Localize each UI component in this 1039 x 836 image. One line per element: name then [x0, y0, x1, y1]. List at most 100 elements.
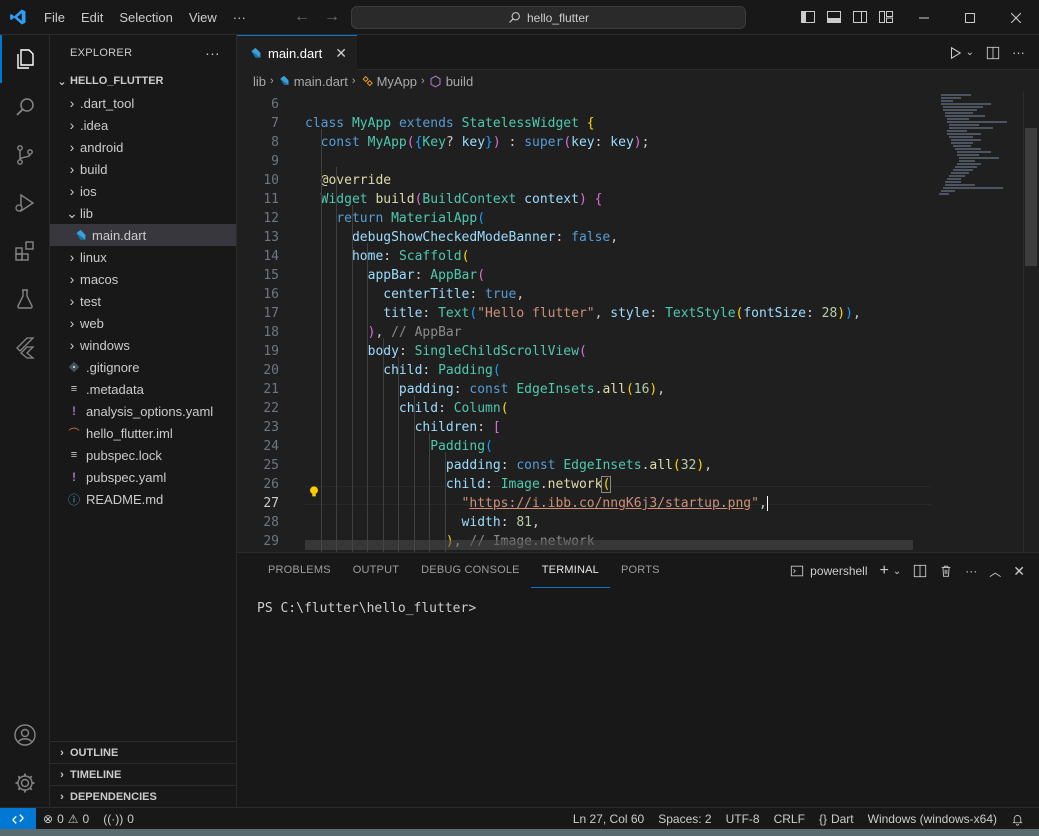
- scrollbar-thumb[interactable]: [1025, 128, 1037, 266]
- extensions-icon[interactable]: [0, 227, 50, 275]
- breadcrumb-class[interactable]: MyApp: [377, 74, 417, 89]
- tree-item[interactable]: › .idea: [50, 114, 236, 136]
- back-arrow-icon[interactable]: ←: [294, 8, 310, 26]
- section-dependencies[interactable]: › DEPENDENCIES: [50, 785, 236, 807]
- tree-item[interactable]: › test: [50, 290, 236, 312]
- breadcrumb-file[interactable]: main.dart: [294, 74, 348, 89]
- code-line[interactable]: children: [: [305, 418, 501, 437]
- tab-output[interactable]: OUTPUT: [342, 553, 410, 588]
- code-line[interactable]: body: SingleChildScrollView(: [305, 342, 587, 361]
- code-line[interactable]: padding: const EdgeInsets.all(16),: [305, 380, 665, 399]
- close-icon[interactable]: ✕: [1013, 563, 1025, 580]
- customize-layout-icon[interactable]: [878, 9, 894, 25]
- code-line[interactable]: child: Padding(: [305, 361, 500, 380]
- tree-item[interactable]: › windows: [50, 334, 236, 356]
- tree-item[interactable]: ⌒ hello_flutter.iml: [50, 422, 236, 444]
- notifications-bell-icon[interactable]: [1004, 813, 1031, 826]
- menu-more[interactable]: ···: [225, 0, 254, 35]
- terminal-shell-name[interactable]: powershell: [810, 564, 867, 578]
- code-line[interactable]: return MaterialApp(: [305, 209, 485, 228]
- cursor-position[interactable]: Ln 27, Col 60: [566, 812, 651, 826]
- tree-item[interactable]: ! pubspec.yaml: [50, 466, 236, 488]
- more-actions-icon[interactable]: ···: [965, 564, 977, 578]
- indentation[interactable]: Spaces: 2: [651, 812, 718, 826]
- tab-terminal[interactable]: TERMINAL: [530, 553, 610, 588]
- menu-view[interactable]: View: [181, 0, 225, 35]
- tree-item[interactable]: › linux: [50, 246, 236, 268]
- breadcrumb-method[interactable]: build: [446, 74, 473, 89]
- section-outline[interactable]: › OUTLINE: [50, 741, 236, 763]
- code-line[interactable]: title: Text("Hello flutter", style: Text…: [305, 304, 861, 323]
- search-icon[interactable]: [0, 83, 50, 131]
- lightbulb-icon[interactable]: [307, 485, 321, 499]
- code-line[interactable]: home: Scaffold(: [305, 247, 469, 266]
- minimize-button[interactable]: [901, 0, 947, 35]
- line-ending[interactable]: CRLF: [767, 812, 812, 826]
- more-actions-icon[interactable]: ···: [205, 45, 220, 61]
- close-window-button[interactable]: [993, 0, 1039, 35]
- code-line[interactable]: width: 81,: [305, 513, 540, 532]
- flutter-icon[interactable]: [0, 323, 50, 371]
- forward-arrow-icon[interactable]: →: [324, 8, 340, 26]
- tree-item[interactable]: main.dart: [50, 224, 236, 246]
- tree-item[interactable]: › android: [50, 136, 236, 158]
- tree-item[interactable]: ! analysis_options.yaml: [50, 400, 236, 422]
- close-icon[interactable]: ✕: [335, 45, 347, 62]
- chevron-up-icon[interactable]: ︿: [989, 563, 1001, 580]
- menu-edit[interactable]: Edit: [73, 0, 111, 35]
- vertical-scrollbar[interactable]: [1023, 92, 1037, 552]
- ports-status[interactable]: ((·)) 0: [96, 812, 141, 826]
- device-platform[interactable]: Windows (windows-x64): [861, 812, 1004, 826]
- language-mode[interactable]: {} Dart: [812, 812, 861, 826]
- code-line[interactable]: "https://i.ibb.co/nngK6j3/startup.png",: [305, 494, 776, 513]
- code-line[interactable]: Widget build(BuildContext context) {: [305, 190, 603, 209]
- new-terminal-icon[interactable]: +: [880, 562, 889, 580]
- split-terminal-icon[interactable]: [913, 564, 927, 578]
- code-line[interactable]: appBar: AppBar(: [305, 266, 485, 285]
- files-icon[interactable]: [0, 35, 50, 83]
- tab-problems[interactable]: PROBLEMS: [257, 553, 342, 588]
- breadcrumb-lib[interactable]: lib: [253, 74, 266, 89]
- menu-file[interactable]: File: [36, 0, 73, 35]
- tree-item[interactable]: › ios: [50, 180, 236, 202]
- tree-item[interactable]: › macos: [50, 268, 236, 290]
- tab-ports[interactable]: PORTS: [610, 553, 671, 588]
- code-line[interactable]: centerTitle: true,: [305, 285, 524, 304]
- tree-item[interactable]: › build: [50, 158, 236, 180]
- account-icon[interactable]: [0, 711, 50, 759]
- code-line[interactable]: @override: [305, 171, 391, 190]
- menu-selection[interactable]: Selection: [111, 0, 180, 35]
- tree-item[interactable]: .gitignore: [50, 356, 236, 378]
- encoding[interactable]: UTF-8: [719, 812, 767, 826]
- gear-icon[interactable]: [0, 759, 50, 807]
- tree-item[interactable]: ≡ .metadata: [50, 378, 236, 400]
- split-editor-icon[interactable]: [986, 46, 1000, 60]
- horizontal-scrollbar[interactable]: [305, 540, 913, 550]
- maximize-button[interactable]: [947, 0, 993, 35]
- source-control-icon[interactable]: [0, 131, 50, 179]
- run-debug-icon[interactable]: [0, 179, 50, 227]
- beaker-icon[interactable]: [0, 275, 50, 323]
- terminal-output[interactable]: PS C:\flutter\hello_flutter>: [257, 601, 476, 616]
- tree-item[interactable]: › web: [50, 312, 236, 334]
- code-line[interactable]: const MyApp({Key? key}) : super(key: key…: [305, 133, 650, 152]
- run-icon[interactable]: [948, 46, 962, 60]
- toggle-panel-icon[interactable]: [826, 9, 842, 25]
- code-editor[interactable]: 6 7 8 9 10 11 12 13 14 15 16 17 18 19 20 21 22 23 24 25 26 27…: [237, 92, 1039, 552]
- toggle-secondary-sidebar-icon[interactable]: [852, 9, 868, 25]
- code-line[interactable]: child: Image.network(: [305, 475, 612, 494]
- more-actions-icon[interactable]: ···: [1012, 45, 1025, 60]
- toggle-primary-sidebar-icon[interactable]: [800, 9, 816, 25]
- remote-indicator-icon[interactable]: [0, 807, 36, 830]
- trash-icon[interactable]: [939, 564, 953, 578]
- chevron-down-icon[interactable]: ⌄: [893, 566, 901, 577]
- tab-main-dart[interactable]: main.dart ✕: [237, 35, 357, 70]
- section-timeline[interactable]: › TIMELINE: [50, 763, 236, 785]
- code-content[interactable]: class MyApp extends StatelessWidget { co…: [305, 92, 955, 552]
- chevron-down-icon[interactable]: ⌄: [966, 47, 974, 58]
- tree-item[interactable]: ⌄ lib: [50, 202, 236, 224]
- command-center-search[interactable]: hello_flutter: [351, 6, 746, 29]
- tree-item[interactable]: › .dart_tool: [50, 92, 236, 114]
- tab-debug-console[interactable]: DEBUG CONSOLE: [410, 553, 531, 588]
- code-line[interactable]: class MyApp extends StatelessWidget {: [305, 114, 595, 133]
